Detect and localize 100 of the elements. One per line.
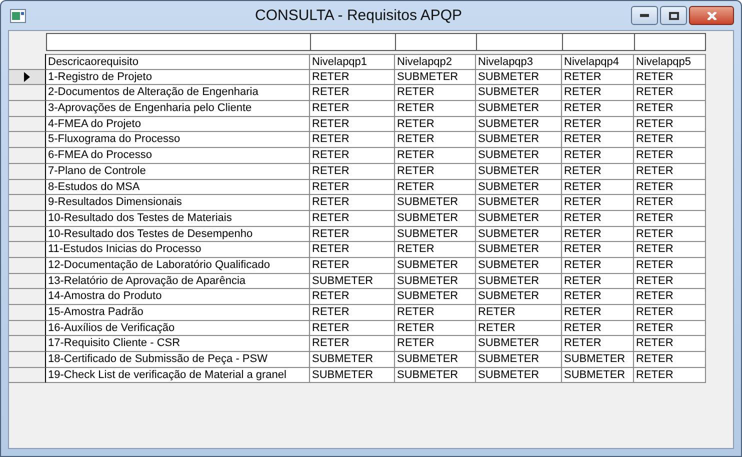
table-cell: SUBMETER	[476, 116, 562, 132]
table-cell: RETER	[395, 164, 476, 180]
table-cell: RETER	[634, 242, 706, 258]
table-cell: RETER	[562, 258, 634, 274]
column-header[interactable]: Nivelapqp1	[310, 54, 395, 70]
table-cell: RETER	[562, 70, 634, 86]
table-cell: RETER	[562, 132, 634, 148]
filter-field[interactable]	[395, 33, 476, 51]
table-cell: RETER	[634, 289, 706, 305]
table-cell: 9-Resultados Dimensionais	[46, 195, 310, 211]
table-cell: RETER	[476, 305, 562, 321]
table-cell: SUBMETER	[476, 274, 562, 290]
table-cell: 15-Amostra Padrão	[46, 305, 310, 321]
table-cell: 17-Requisito Cliente - CSR	[46, 336, 310, 352]
table-cell: RETER	[310, 85, 395, 102]
table-cell: 19-Check List de verificação de Material a granel	[46, 368, 310, 384]
table-cell: SUBMETER	[562, 368, 634, 384]
table-cell: SUBMETER	[476, 70, 562, 86]
table-cell: RETER	[476, 320, 562, 336]
minimize-button[interactable]	[631, 6, 658, 25]
table-cell: SUBMETER	[395, 368, 476, 384]
table-cell: SUBMETER	[476, 258, 562, 274]
table-cell: SUBMETER	[476, 85, 562, 102]
table-cell: 12-Documentação de Laboratório Qualificado	[46, 258, 310, 274]
filter-field[interactable]	[634, 33, 706, 51]
table-cell: RETER	[310, 226, 395, 242]
table-cell: RETER	[395, 336, 476, 352]
table-cell: RETER	[562, 164, 634, 180]
table-cell: RETER	[310, 148, 395, 164]
table-cell: SUBMETER	[395, 210, 476, 227]
table-cell: SUBMETER	[476, 336, 562, 352]
table-cell: SUBMETER	[476, 101, 562, 117]
table-cell: RETER	[310, 101, 395, 117]
table-cell: 13-Relatório de Aprovação de Aparência	[46, 274, 310, 290]
table-cell: RETER	[634, 116, 706, 132]
table-cell: RETER	[634, 210, 706, 227]
filter-field[interactable]	[476, 33, 562, 51]
table-cell: SUBMETER	[476, 368, 562, 384]
table-cell: SUBMETER	[476, 289, 562, 305]
table-cell: SUBMETER	[562, 352, 634, 368]
table-cell: RETER	[634, 320, 706, 336]
close-button[interactable]	[689, 6, 734, 25]
column-header[interactable]: Nivelapqp3	[476, 54, 562, 70]
table-cell: RETER	[634, 274, 706, 290]
table-cell: RETER	[395, 180, 476, 196]
column-header[interactable]: Nivelapqp2	[395, 54, 476, 70]
table-cell: RETER	[562, 148, 634, 164]
maximize-button[interactable]	[660, 6, 687, 25]
maximize-icon	[668, 12, 678, 20]
table-cell: 1-Registro de Projeto	[46, 70, 310, 86]
table-cell: RETER	[395, 101, 476, 117]
table-cell: RETER	[634, 368, 706, 384]
column-header[interactable]: Nivelapqp4	[562, 54, 634, 70]
table-cell: RETER	[562, 116, 634, 132]
table-cell: 3-Aprovações de Engenharia pelo Cliente	[46, 101, 310, 117]
table-cell: RETER	[634, 336, 706, 352]
table-cell: RETER	[562, 242, 634, 258]
table-cell: 10-Resultado dos Testes de Desempenho	[46, 226, 310, 242]
table-cell: RETER	[310, 116, 395, 132]
table-cell: RETER	[310, 132, 395, 148]
table-cell: 18-Certificado de Submissão de Peça - PSW	[46, 352, 310, 368]
table-cell: RETER	[562, 320, 634, 336]
filter-field[interactable]	[562, 33, 634, 51]
table-cell: 7-Plano de Controle	[46, 164, 310, 180]
table-cell: RETER	[310, 195, 395, 211]
column-header[interactable]: Descricaorequisito	[46, 54, 310, 70]
table-cell: RETER	[634, 258, 706, 274]
table-cell: SUBMETER	[395, 274, 476, 290]
table-cell: 11-Estudos Inicias do Processo	[46, 242, 310, 258]
filter-field[interactable]	[310, 33, 395, 51]
table-cell: RETER	[310, 180, 395, 196]
table-cell: RETER	[634, 70, 706, 86]
table-cell: SUBMETER	[476, 226, 562, 242]
table-cell: SUBMETER	[476, 132, 562, 148]
table-cell: SUBMETER	[476, 148, 562, 164]
table-cell: RETER	[310, 336, 395, 352]
table-cell: RETER	[562, 180, 634, 196]
table-cell: RETER	[395, 148, 476, 164]
table-cell: RETER	[310, 305, 395, 321]
table-cell: RETER	[310, 164, 395, 180]
table-cell: SUBMETER	[476, 180, 562, 196]
table-cell: RETER	[634, 101, 706, 117]
table-cell: RETER	[562, 85, 634, 102]
table-cell: SUBMETER	[395, 352, 476, 368]
row-selector[interactable]	[9, 70, 46, 86]
close-icon	[706, 12, 716, 20]
table-cell: RETER	[634, 85, 706, 102]
table-cell: 14-Amostra do Produto	[46, 289, 310, 305]
table-cell: 4-FMEA do Projeto	[46, 116, 310, 132]
table-cell: RETER	[562, 336, 634, 352]
table-cell: RETER	[634, 226, 706, 242]
table-cell: RETER	[310, 210, 395, 227]
table-cell: RETER	[562, 101, 634, 117]
table-cell: RETER	[395, 116, 476, 132]
column-header[interactable]: Nivelapqp5	[634, 54, 706, 70]
filter-field[interactable]	[46, 33, 310, 51]
table-cell: RETER	[395, 132, 476, 148]
table-cell: RETER	[395, 320, 476, 336]
table-cell: SUBMETER	[395, 195, 476, 211]
table-cell: 6-FMEA do Processo	[46, 148, 310, 164]
